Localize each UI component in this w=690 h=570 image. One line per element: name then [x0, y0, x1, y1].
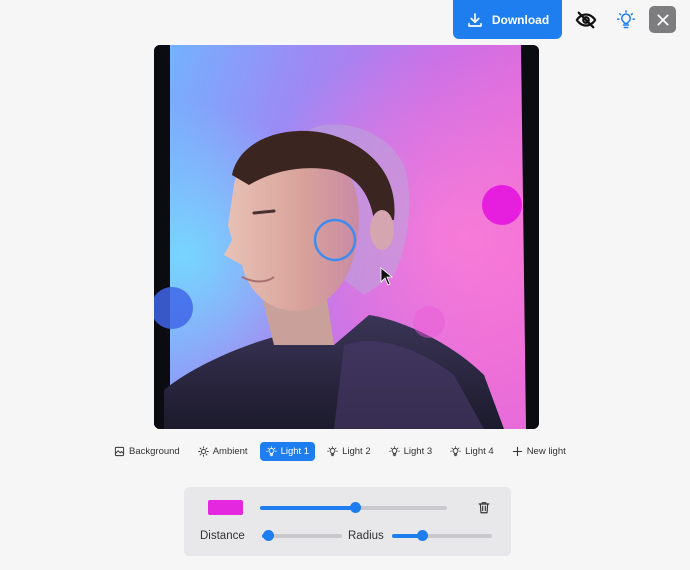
distance-slider-thumb[interactable] [263, 530, 275, 541]
lightbulb-icon [327, 445, 338, 456]
close-button[interactable] [649, 6, 676, 33]
download-icon [468, 12, 482, 27]
tab-label: Ambient [212, 445, 248, 457]
lightbulb-icon [265, 445, 277, 456]
lightbulb-icon [388, 445, 400, 456]
light-toggle-button[interactable] [612, 6, 640, 34]
tab-label: Background [129, 445, 180, 457]
download-button[interactable]: Download [453, 0, 562, 39]
tab-label: Light 4 [465, 445, 494, 457]
portrait-image [154, 45, 539, 429]
tab-label: Light 2 [342, 445, 371, 457]
distance-label: Distance [200, 530, 245, 542]
light-color-swatch[interactable] [208, 500, 243, 515]
tab-light-3[interactable]: Light 3 [383, 442, 439, 461]
radius-slider-thumb[interactable] [417, 530, 428, 541]
radius-label: Radius [348, 530, 384, 542]
sun-icon [197, 445, 209, 457]
tab-light-4[interactable]: Light 4 [444, 442, 500, 461]
light-settings-panel: Distance Radius [184, 487, 511, 556]
close-icon [656, 13, 669, 26]
tab-label: New light [526, 445, 566, 457]
trash-icon[interactable] [477, 500, 491, 515]
lightbulb-icon [616, 10, 636, 29]
image-canvas[interactable] [154, 45, 539, 429]
eye-off-icon [575, 11, 597, 29]
light-tabs: Background Ambient Light 1 Light 2 Light… [108, 441, 572, 461]
radius-slider[interactable] [392, 530, 492, 541]
tab-label: Light 1 [280, 445, 310, 457]
download-label: Download [491, 12, 550, 27]
lightbulb-icon [450, 445, 461, 456]
intensity-slider-thumb[interactable] [350, 502, 362, 513]
tab-label: Light 3 [403, 445, 433, 457]
tab-ambient[interactable]: Ambient [192, 442, 254, 461]
distance-slider[interactable] [262, 530, 342, 541]
new-light-button[interactable]: New light [506, 442, 572, 461]
tab-light-2[interactable]: Light 2 [321, 442, 377, 461]
toggle-visibility-button[interactable] [572, 6, 600, 34]
intensity-slider[interactable] [260, 502, 447, 513]
tab-light-1[interactable]: Light 1 [259, 441, 316, 461]
image-icon [114, 446, 125, 456]
tab-background[interactable]: Background [108, 442, 186, 461]
plus-icon [512, 446, 522, 456]
intensity-slider-fill [260, 506, 356, 510]
